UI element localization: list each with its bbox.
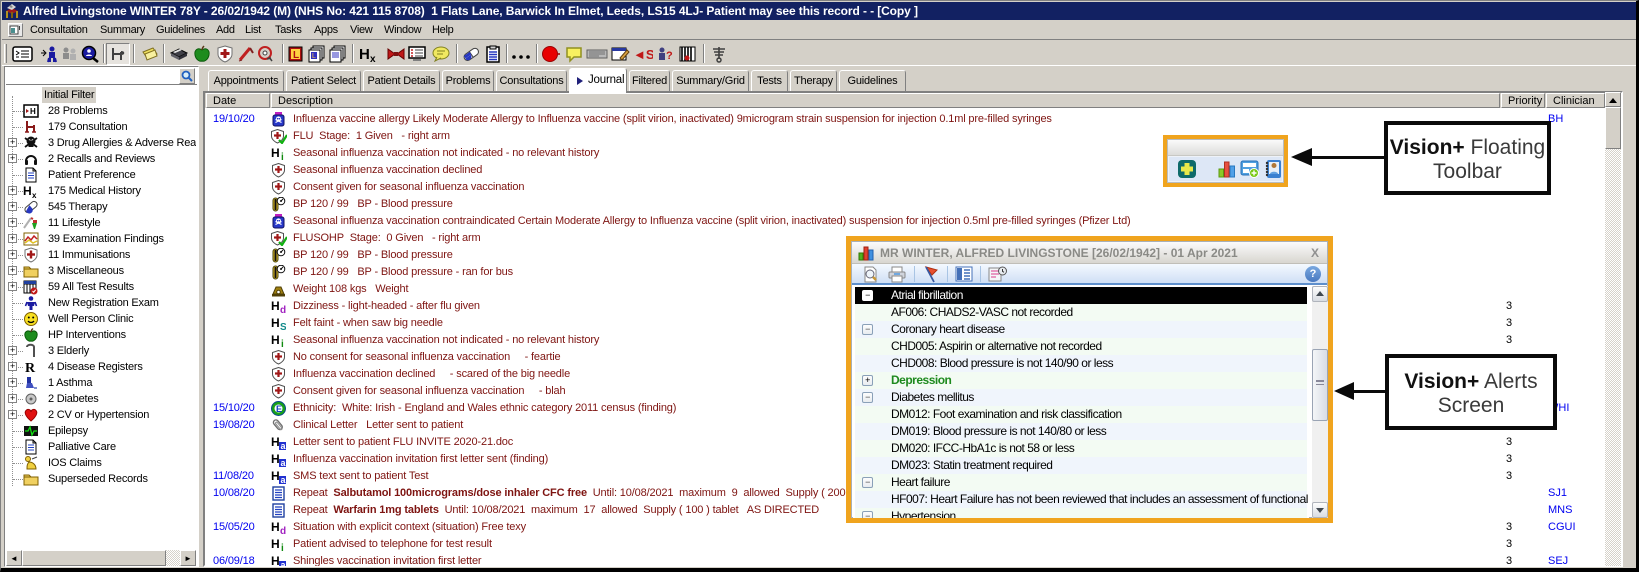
svg-text:H: H bbox=[271, 452, 280, 466]
svg-text:S: S bbox=[280, 322, 286, 331]
svg-text:H: H bbox=[271, 520, 280, 534]
svg-text:L: L bbox=[312, 53, 316, 60]
svg-text:E: E bbox=[276, 404, 282, 414]
svg-text:H: H bbox=[271, 146, 280, 160]
svg-text:H: H bbox=[271, 537, 280, 551]
svg-text:i: i bbox=[281, 152, 284, 161]
svg-text:H: H bbox=[271, 554, 280, 566]
svg-text:H: H bbox=[359, 46, 370, 63]
svg-text:d: d bbox=[280, 526, 286, 535]
svg-text:x: x bbox=[370, 54, 376, 63]
svg-text:a: a bbox=[281, 475, 287, 484]
svg-text:a: a bbox=[281, 441, 287, 450]
svg-text:x: x bbox=[32, 191, 37, 199]
svg-text:◄S: ◄S bbox=[633, 47, 653, 62]
svg-text:H: H bbox=[30, 107, 36, 116]
svg-text:i: i bbox=[281, 339, 284, 348]
svg-text:H: H bbox=[271, 435, 280, 449]
svg-text:H: H bbox=[271, 469, 280, 483]
svg-text:d: d bbox=[280, 305, 286, 314]
svg-text:H: H bbox=[23, 184, 31, 198]
svg-text:H: H bbox=[271, 333, 280, 347]
svg-text:?: ? bbox=[666, 50, 673, 62]
svg-text:a: a bbox=[281, 560, 287, 566]
svg-text:i: i bbox=[281, 543, 284, 552]
svg-text:a: a bbox=[281, 458, 287, 467]
svg-text:H: H bbox=[271, 316, 280, 330]
svg-text:L: L bbox=[293, 50, 299, 61]
svg-text:R: R bbox=[25, 361, 36, 375]
svg-text:H: H bbox=[271, 299, 280, 313]
